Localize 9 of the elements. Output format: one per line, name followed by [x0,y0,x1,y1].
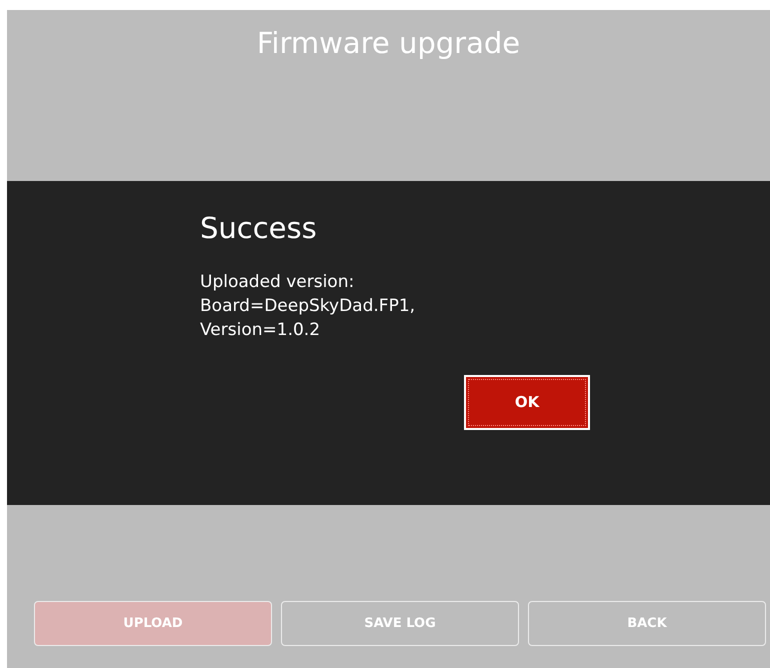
message-text: Board=DeepSkyDad.FP1, [200,295,416,318]
upload-button[interactable]: UPLOAD [34,601,272,646]
window-title: Firmware upgrade [256,25,520,62]
save-log-button[interactable]: SAVE LOG [281,601,519,646]
dialog-title: Success [200,210,317,247]
back-button[interactable]: BACK [528,601,766,646]
message-text: Uploaded version: [200,271,354,294]
ok-button[interactable]: OK [464,375,590,430]
message-text: Version=1.0.2 [200,319,320,342]
